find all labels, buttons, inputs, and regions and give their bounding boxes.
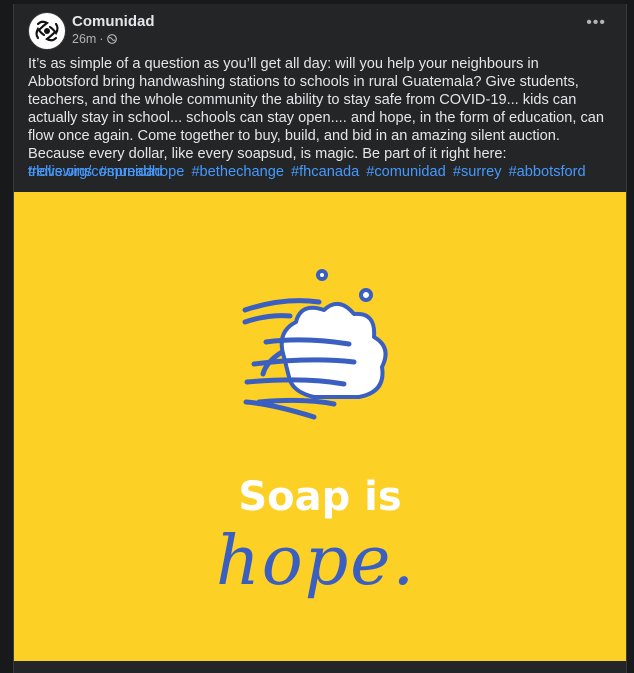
globe-icon[interactable] xyxy=(106,34,117,44)
post-author[interactable]: Comunidad xyxy=(72,13,155,30)
image-headline: Soap is xyxy=(238,474,402,520)
post-card: Comunidad 26m · ••• It’s as simple of a … xyxy=(13,4,627,673)
post-header: Comunidad 26m · ••• xyxy=(28,12,612,52)
hands-circle-logo-icon xyxy=(30,14,64,48)
post-meta: 26m · xyxy=(72,32,117,46)
hashtag-link[interactable]: #fhcanada xyxy=(291,164,359,180)
avatar[interactable] xyxy=(28,12,66,50)
post-image[interactable]: Soap is hope. xyxy=(14,192,626,661)
meta-separator: · xyxy=(99,32,104,46)
hashtag-link[interactable]: #lovewins xyxy=(28,164,92,180)
post-body: It’s as simple of a question as you’ll g… xyxy=(28,56,604,162)
post-footer xyxy=(14,661,626,673)
more-options-button[interactable]: ••• xyxy=(586,15,606,31)
image-script-text: hope. xyxy=(216,522,417,601)
post-time[interactable]: 26m xyxy=(72,32,96,46)
hashtag-link[interactable]: #spreadhope xyxy=(99,164,184,180)
hashtag-link[interactable]: #surrey xyxy=(453,164,502,180)
hashtag-list: #lovewins #spreadhope #bethechange #fhca… xyxy=(28,163,612,181)
hashtag-link[interactable]: #abbotsford xyxy=(509,164,586,180)
hashtag-link[interactable]: #bethechange xyxy=(191,164,284,180)
hashtag-link[interactable]: #comunidad xyxy=(366,164,446,180)
